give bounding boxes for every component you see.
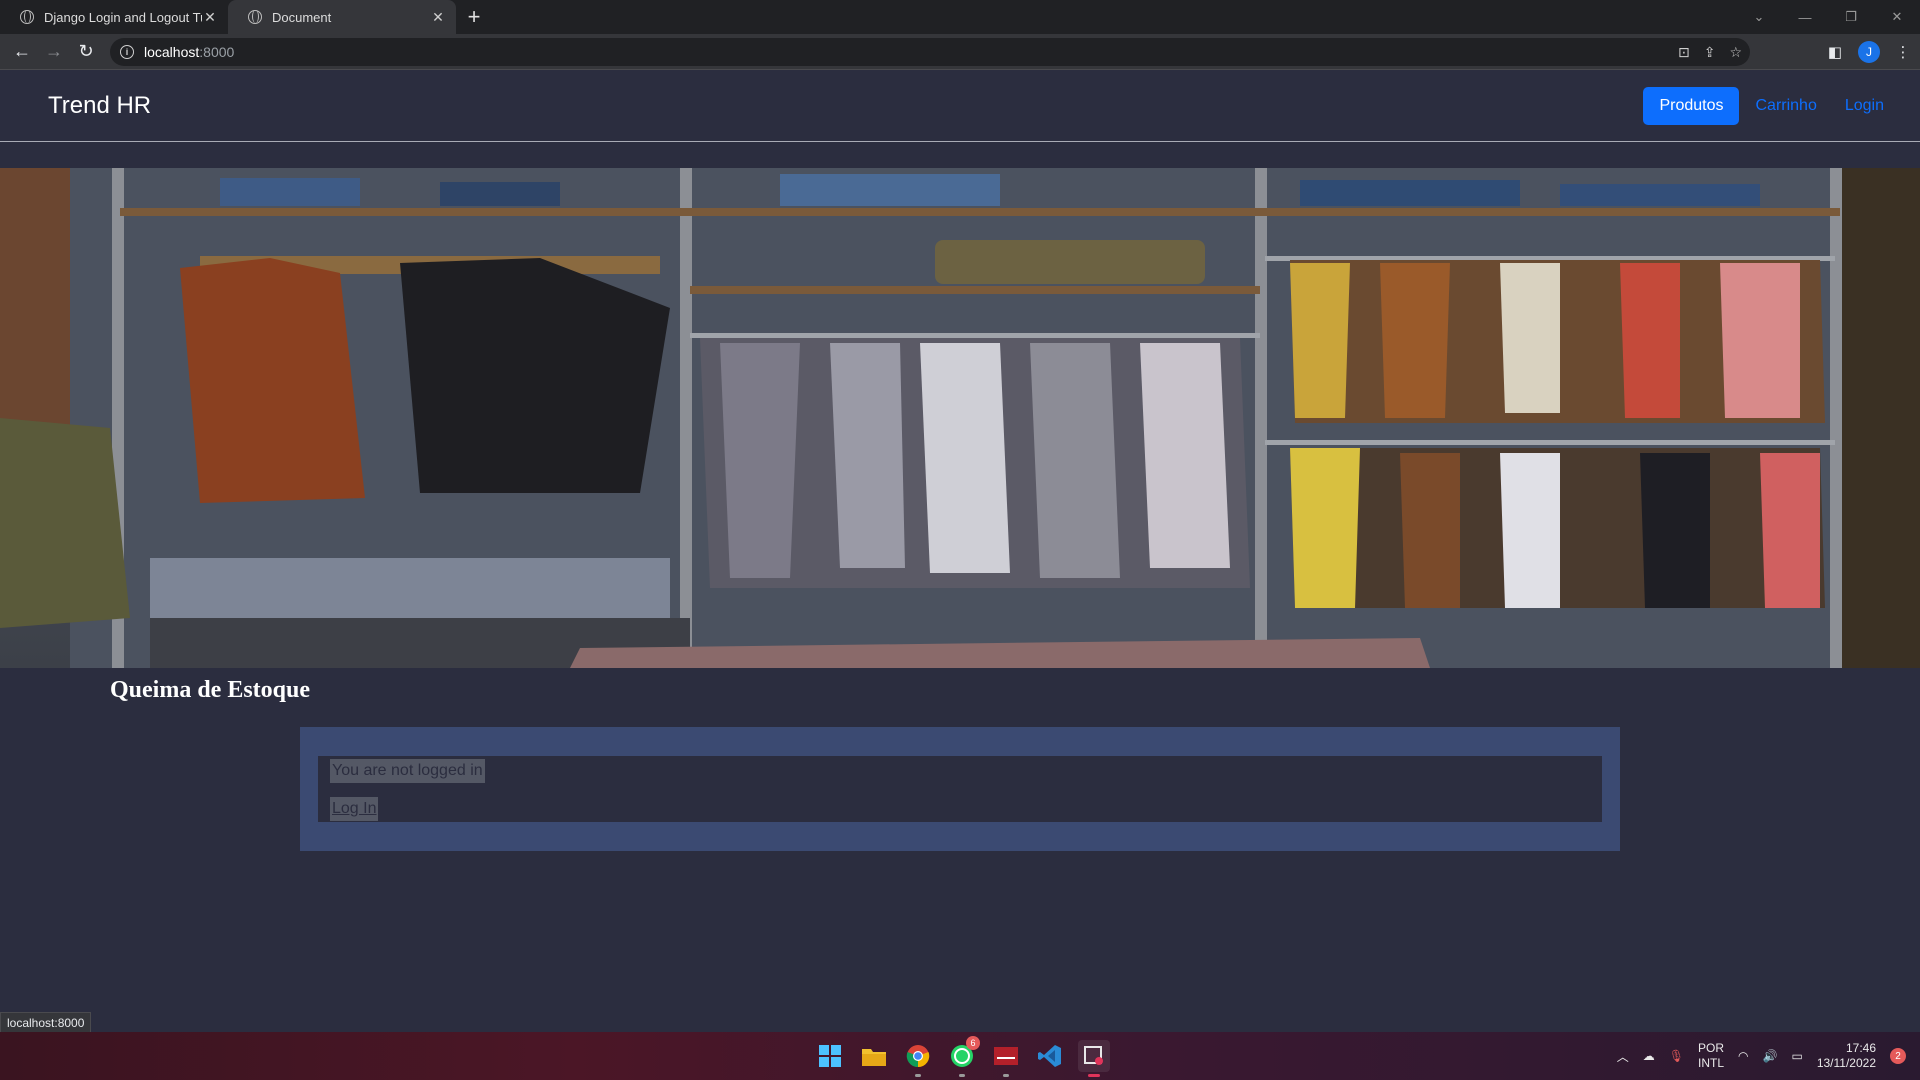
close-icon[interactable]: ✕ bbox=[430, 9, 446, 26]
folder-icon bbox=[862, 1049, 886, 1066]
clock[interactable]: 17:46 13/11/2022 bbox=[1817, 1041, 1876, 1071]
vscode-button[interactable] bbox=[1034, 1040, 1066, 1072]
restore-button[interactable]: ❐ bbox=[1828, 9, 1874, 25]
url-text: localhost:8000 bbox=[144, 44, 235, 60]
menu-kebab-icon[interactable]: ⋮ bbox=[1894, 43, 1912, 61]
share-icon[interactable]: ⇪ bbox=[1704, 44, 1716, 61]
file-explorer-button[interactable] bbox=[858, 1040, 890, 1072]
tab-title: Document bbox=[272, 9, 332, 25]
running-indicator bbox=[959, 1074, 965, 1077]
produtos-button[interactable]: Produtos bbox=[1643, 86, 1740, 125]
active-indicator bbox=[1088, 1074, 1100, 1077]
new-tab-button[interactable]: + bbox=[456, 0, 492, 34]
running-indicator bbox=[915, 1074, 921, 1077]
clothing-store-photo bbox=[0, 168, 1920, 668]
browser-tab-strip: Django Login and Logout Tutoria ✕ Docume… bbox=[0, 0, 1920, 34]
snipping-tool-button[interactable] bbox=[1078, 1040, 1110, 1077]
page-viewport: Trend HR Produtos Carrinho Login Queima … bbox=[0, 70, 1920, 1032]
chevron-up-icon[interactable]: ︿ bbox=[1617, 1048, 1629, 1065]
close-window-button[interactable]: ✕ bbox=[1874, 9, 1920, 25]
side-panel-icon[interactable]: ◧ bbox=[1826, 43, 1844, 61]
profile-avatar[interactable]: J bbox=[1858, 41, 1880, 63]
taskbar-apps: 6 bbox=[814, 1036, 1110, 1077]
whatsapp-button[interactable]: 6 bbox=[946, 1036, 980, 1077]
microphone-icon[interactable]: 🎙 bbox=[1669, 1049, 1684, 1063]
hero-banner-image bbox=[0, 168, 1920, 668]
tab-title: Django Login and Logout Tutoria bbox=[44, 9, 202, 25]
window-controls: ⌄ — ❐ ✕ bbox=[1736, 0, 1920, 34]
not-logged-in-message: You are not logged in bbox=[330, 759, 485, 783]
language-indicator[interactable]: POR INTL bbox=[1698, 1041, 1724, 1071]
status-bubble: localhost:8000 bbox=[0, 1012, 92, 1034]
volume-icon[interactable]: 🔊 bbox=[1763, 1049, 1778, 1063]
snipping-tool-icon bbox=[1084, 1046, 1103, 1065]
chrome-button[interactable] bbox=[902, 1040, 934, 1077]
info-icon[interactable]: i bbox=[120, 45, 134, 59]
brand-logo[interactable]: Trend HR bbox=[48, 92, 151, 120]
reload-button[interactable]: ↻ bbox=[70, 41, 102, 62]
star-icon[interactable]: ☆ bbox=[1729, 44, 1742, 61]
login-link[interactable]: Login bbox=[1845, 87, 1884, 125]
windows-logo-icon bbox=[819, 1045, 841, 1067]
running-indicator bbox=[1003, 1074, 1009, 1077]
nav-links: Produtos Carrinho Login bbox=[1643, 86, 1884, 125]
onedrive-icon[interactable]: ☁ bbox=[1643, 1049, 1655, 1063]
chrome-icon bbox=[906, 1045, 930, 1068]
chevron-down-icon[interactable]: ⌄ bbox=[1736, 9, 1782, 25]
back-button[interactable]: ← bbox=[6, 41, 38, 62]
unread-badge: 6 bbox=[966, 1036, 980, 1050]
browser-toolbar: ← → ↻ i localhost:8000 ⊡ ⇪ ☆ ◧ J ⋮ bbox=[0, 34, 1920, 70]
system-tray: ︿ ☁ 🎙 POR INTL ◠ 🔊 ▭ 17:46 13/11/2022 2 bbox=[1617, 1032, 1906, 1080]
auth-card-body: You are not logged in Log In bbox=[318, 756, 1602, 822]
windows-taskbar: 6 ︿ ☁ 🎙 POR INTL ◠ 🔊 ▭ 17:46 13/11/2022 … bbox=[0, 1032, 1920, 1080]
close-icon[interactable]: ✕ bbox=[202, 9, 218, 26]
tab-document[interactable]: Document ✕ bbox=[228, 0, 456, 34]
notification-badge[interactable]: 2 bbox=[1890, 1048, 1906, 1064]
carrinho-link[interactable]: Carrinho bbox=[1755, 87, 1816, 125]
wifi-icon[interactable]: ◠ bbox=[1738, 1049, 1748, 1063]
log-in-link[interactable]: Log In bbox=[330, 797, 379, 821]
forward-button[interactable]: → bbox=[38, 41, 70, 62]
voice-meeter-button[interactable] bbox=[990, 1040, 1022, 1077]
battery-icon[interactable]: ▭ bbox=[1791, 1049, 1802, 1063]
auth-card: You are not logged in Log In bbox=[300, 727, 1620, 851]
section-title: Queima de Estoque bbox=[110, 677, 311, 703]
start-button[interactable] bbox=[814, 1040, 846, 1072]
vscode-icon bbox=[1038, 1045, 1061, 1067]
site-navbar: Trend HR Produtos Carrinho Login bbox=[0, 70, 1920, 142]
translate-icon[interactable]: ⊡ bbox=[1678, 44, 1690, 61]
voicemeeter-icon bbox=[994, 1047, 1018, 1065]
tab-django-login[interactable]: Django Login and Logout Tutoria ✕ bbox=[0, 0, 228, 34]
minimize-button[interactable]: — bbox=[1782, 10, 1828, 25]
address-bar[interactable]: i localhost:8000 ⊡ ⇪ ☆ bbox=[110, 38, 1750, 66]
globe-icon bbox=[20, 10, 34, 24]
globe-icon bbox=[248, 10, 262, 24]
